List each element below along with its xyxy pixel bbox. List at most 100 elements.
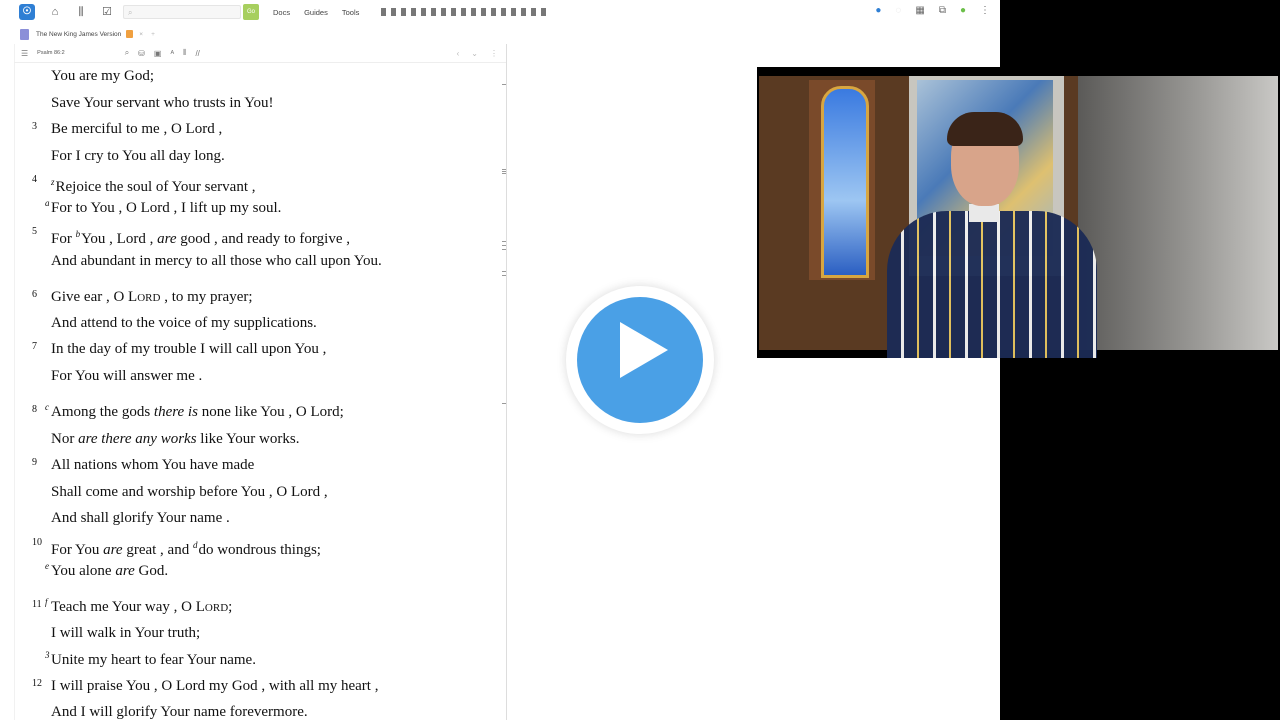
tab-close-button[interactable]: × [139, 31, 143, 38]
verse-text[interactable]: 3 Unite my heart to fear Your name. [45, 647, 256, 673]
verse-line[interactable]: Nor are there any works like Your works. [14, 426, 474, 452]
new-tab-button[interactable]: + [151, 31, 155, 38]
more-menu-icon[interactable]: ⋮ [980, 5, 990, 16]
dropdown-icon[interactable]: ⌄ [471, 49, 478, 58]
verse-text[interactable]: And abundant in mercy to all those who c… [51, 248, 382, 274]
layout-icon[interactable] [431, 8, 437, 16]
verse-number[interactable]: 3 [32, 114, 37, 140]
layout-icon[interactable] [441, 8, 447, 16]
verse-text[interactable]: Nor are there any works like Your works. [51, 426, 299, 452]
verse-line[interactable]: 11 f Teach me Your way , O LORD; [14, 594, 474, 620]
verse-line[interactable]: 6 Give ear , O LORD , to my prayer; [14, 284, 474, 310]
verse-text[interactable]: Give ear , O LORD , to my prayer; [51, 284, 253, 311]
verse-text[interactable]: You are my God; [51, 63, 154, 89]
search-icon[interactable]: ⌕ [125, 48, 129, 58]
verse-line[interactable]: a For to You , O Lord , I lift up my soul… [14, 195, 474, 221]
verse-line[interactable]: Save Your servant who trusts in You! [14, 90, 474, 116]
layout-icon[interactable] [541, 8, 547, 16]
layout-icon[interactable] [391, 8, 397, 16]
status-icon[interactable]: ● [960, 5, 966, 16]
verse-text[interactable]: I will walk in Your truth; [51, 620, 200, 646]
nav-docs[interactable]: Docs [273, 8, 290, 17]
verse-text[interactable]: Be merciful to me , O Lord , [51, 116, 222, 142]
library-icon[interactable]: ⫼ [75, 6, 87, 18]
verse-line[interactable]: I will walk in Your truth; [14, 620, 474, 646]
app-logo-icon[interactable]: ☉ [19, 4, 35, 20]
verse-line[interactable]: 5 For bYou , Lord , are good , and ready … [14, 221, 474, 247]
verse-number[interactable]: 9 [32, 450, 37, 476]
go-button[interactable]: Go [243, 4, 259, 20]
verse-line[interactable]: 10 For You are great , and ddo wondrous t… [14, 532, 474, 558]
home-icon[interactable]: ⌂ [49, 6, 61, 18]
verse-line[interactable]: For I cry to You all day long. [14, 143, 474, 169]
verse-line[interactable]: 12 I will praise You , O Lord my God , wi… [14, 673, 474, 699]
layout-icon[interactable] [531, 8, 537, 16]
more-icon[interactable]: ⋮ [490, 49, 498, 58]
layout-icon[interactable] [381, 8, 387, 16]
verse-number[interactable]: 11 [32, 592, 42, 618]
footnote-marker[interactable]: f [45, 589, 48, 615]
footnote-marker[interactable]: 3 [45, 642, 50, 668]
verse-line[interactable]: 9 All nations whom You have made [14, 452, 474, 478]
verse-line[interactable]: 3 Unite my heart to fear Your name. [14, 647, 474, 673]
verse-number[interactable]: 10 [32, 530, 42, 556]
footnote-marker[interactable]: c [45, 394, 49, 420]
parallel-icon[interactable]: ⛁ [138, 49, 145, 58]
verse-line[interactable]: 7 In the day of my trouble I will call up… [14, 336, 474, 362]
layout-icon[interactable] [521, 8, 527, 16]
verse-text[interactable]: I will praise You , O Lord my God , with… [51, 673, 378, 699]
footnote-marker[interactable]: a [45, 190, 50, 216]
verse-number[interactable]: 12 [32, 671, 42, 697]
checklist-icon[interactable]: ☑ [101, 6, 113, 18]
tab-title[interactable]: The New King James Version [36, 31, 121, 38]
verse-text[interactable]: f Teach me Your way , O LORD; [45, 594, 232, 621]
verse-number[interactable]: 6 [32, 282, 37, 308]
layout-icon[interactable] [401, 8, 407, 16]
bible-text-panel[interactable]: You are my God; Save Your servant who tru… [14, 63, 506, 720]
verse-number[interactable]: 8 [32, 397, 37, 423]
footnote-marker[interactable]: e [45, 553, 49, 579]
share-icon[interactable]: ⧉ [939, 5, 946, 16]
sync-icon[interactable]: ● [875, 5, 881, 16]
nav-guides[interactable]: Guides [304, 8, 328, 17]
layout-icon[interactable] [411, 8, 417, 16]
verse-line[interactable]: 3 Be merciful to me , O Lord , [14, 116, 474, 142]
verse-text[interactable]: Shall come and worship before You , O Lo… [51, 479, 328, 505]
visual-filter-icon[interactable]: ▣ [154, 49, 162, 58]
play-button[interactable] [566, 286, 714, 434]
verse-text[interactable]: c Among the gods there is none like You ,… [45, 399, 344, 425]
verse-line[interactable]: e You alone are God. [14, 558, 474, 584]
verse-line[interactable]: For You will answer me . [14, 363, 474, 389]
panel-layout-icons[interactable] [381, 8, 547, 16]
layout-icon[interactable] [421, 8, 427, 16]
verse-text[interactable]: Save Your servant who trusts in You! [51, 90, 274, 116]
verse-line[interactable]: You are my God; [14, 63, 474, 89]
layout-icon[interactable] [451, 8, 457, 16]
verse-line[interactable]: And I will glorify Your name forevermore… [14, 699, 474, 720]
verse-text[interactable]: For I cry to You all day long. [51, 143, 225, 169]
font-size-icon[interactable]: ᴬ [170, 49, 174, 58]
verse-line[interactable]: And attend to the voice of my supplicati… [14, 310, 474, 336]
layout-icon[interactable] [491, 8, 497, 16]
verse-line[interactable]: And abundant in mercy to all those who c… [14, 248, 474, 274]
nav-tools[interactable]: Tools [342, 8, 360, 17]
panel-divider[interactable] [506, 44, 507, 720]
verse-text[interactable]: In the day of my trouble I will call upo… [51, 336, 326, 362]
layout-icon[interactable] [511, 8, 517, 16]
verse-text[interactable]: a For to You , O Lord , I lift up my soul… [45, 195, 281, 221]
layout-icon[interactable] [471, 8, 477, 16]
columns-icon[interactable]: ⫴ [183, 48, 186, 58]
interlinear-icon[interactable]: // [195, 49, 199, 58]
verse-number[interactable]: 4 [32, 167, 37, 193]
verse-number[interactable]: 5 [32, 219, 37, 245]
back-icon[interactable]: ‹ [457, 49, 460, 58]
search-input[interactable] [123, 5, 241, 20]
verse-line[interactable]: And shall glorify Your name . [14, 505, 474, 531]
verse-text[interactable]: For You will answer me . [51, 363, 202, 389]
verse-text[interactable]: And I will glorify Your name forevermore… [51, 699, 308, 720]
verse-text[interactable]: And attend to the voice of my supplicati… [51, 310, 317, 336]
menu-icon[interactable]: ☰ [21, 49, 28, 58]
verse-line[interactable]: Shall come and worship before You , O Lo… [14, 479, 474, 505]
layout-icon[interactable] [481, 8, 487, 16]
verse-line[interactable]: 4 zRejoice the soul of Your servant , [14, 169, 474, 195]
